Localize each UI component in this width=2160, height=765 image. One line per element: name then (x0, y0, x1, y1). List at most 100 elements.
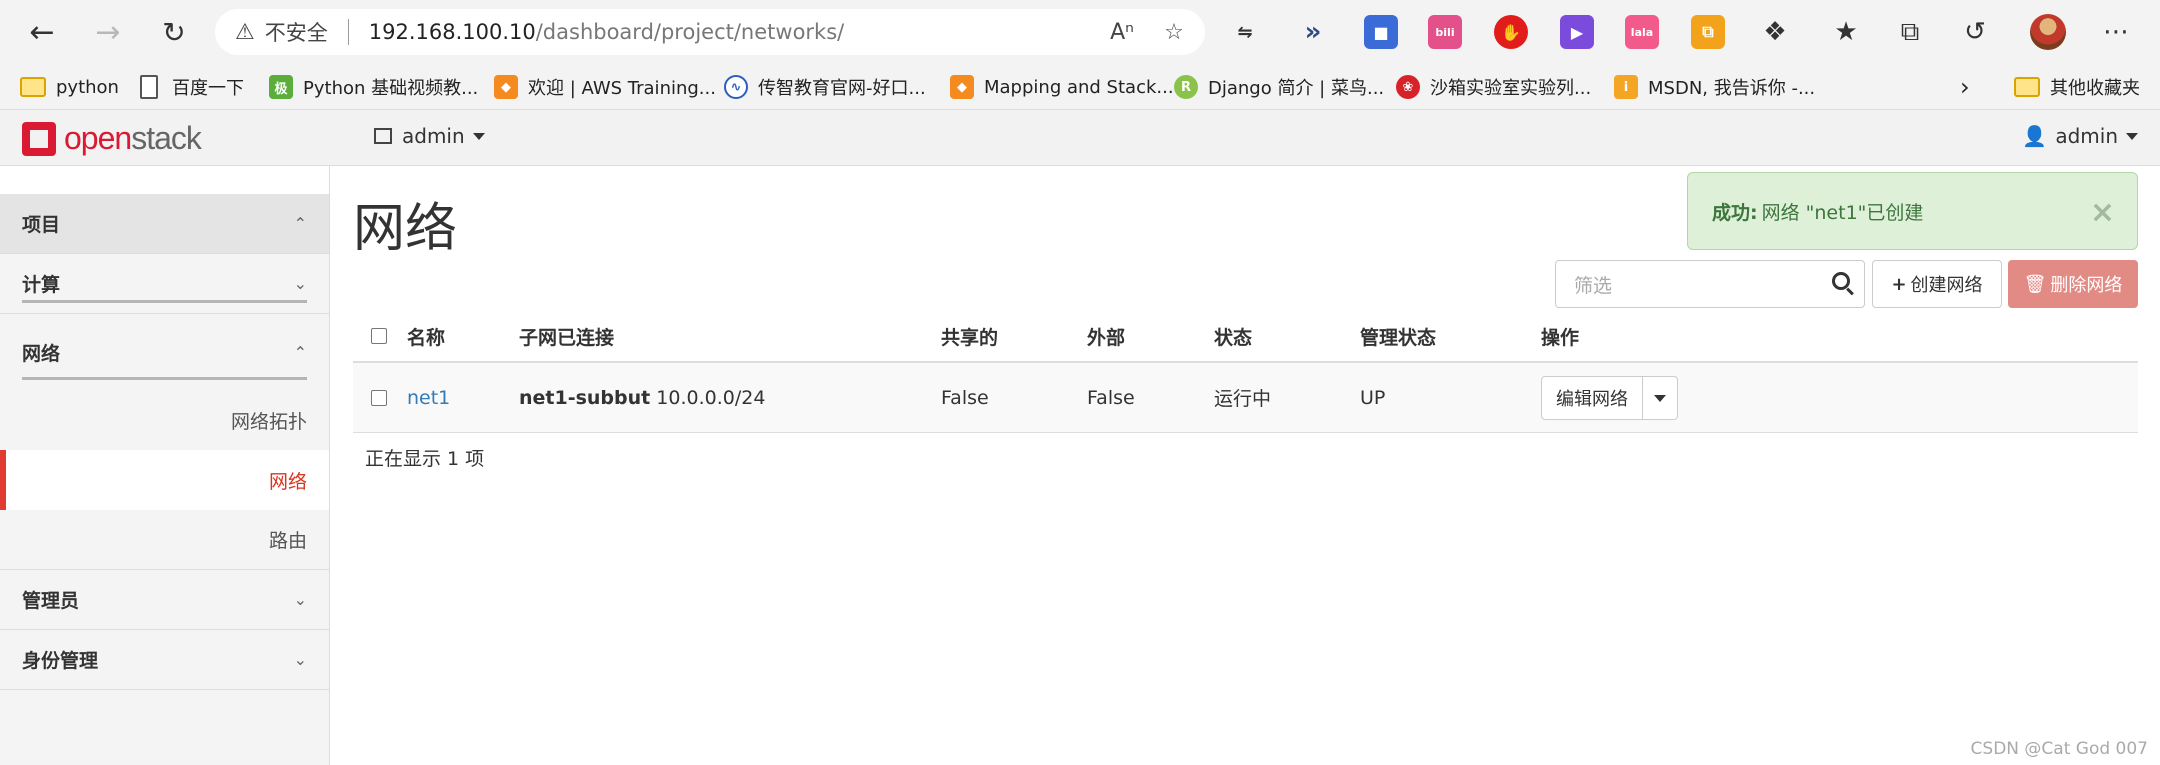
bookmarks-overflow-chevron-icon[interactable]: › (1960, 72, 1970, 102)
create-network-label: 创建网络 (1910, 275, 1983, 296)
sidebar-item-label: 路由 (268, 530, 307, 552)
row-actions-dropdown[interactable] (1643, 377, 1677, 419)
create-network-button[interactable]: + 创建网络 (1872, 260, 2002, 308)
sidebar-item-network-topology[interactable]: 网络拓扑 (0, 390, 329, 450)
sidebar-section-compute[interactable]: 计算 ⌄ (0, 254, 329, 314)
adblock-extension-icon[interactable]: ✋ (1494, 15, 1528, 49)
warning-icon: ⚠ (235, 19, 255, 45)
bookmark-label: 传智教育官网-好口... (758, 78, 926, 99)
bookmark-folder-python[interactable]: python (20, 72, 119, 102)
runoob-icon: R (1174, 75, 1198, 99)
sidebar-item-routers[interactable]: 路由 (0, 510, 329, 570)
col-admin-state[interactable]: 管理状态 (1360, 323, 1436, 350)
bookmark-label: 百度一下 (172, 78, 244, 99)
col-status[interactable]: 状态 (1214, 323, 1252, 350)
close-icon[interactable]: × (2090, 195, 2115, 230)
address-bar[interactable]: ⚠ 不安全 192.168.100.10/dashboard/project/n… (215, 9, 1205, 55)
huawei-icon: ❀ (1396, 75, 1420, 99)
bookmark-itcast[interactable]: ∿ 传智教育官网-好口... (724, 72, 926, 102)
table-footer: 正在显示 1 项 (365, 448, 485, 470)
folder-icon (2014, 77, 2040, 97)
aws-icon: ◆ (494, 75, 518, 99)
bookmark-msdn[interactable]: i MSDN, 我告诉你 -... (1614, 72, 1815, 102)
project-selector[interactable]: admin (374, 124, 485, 148)
add-favorite-icon[interactable]: ☆ (1157, 17, 1191, 47)
bookmark-label: Python 基础视频教... (303, 78, 479, 99)
openstack-logo[interactable]: openstack (22, 120, 202, 157)
network-name-link[interactable]: net1 (407, 387, 450, 409)
search-icon[interactable] (1832, 272, 1850, 290)
bookmark-python-video[interactable]: 极 Python 基础视频教... (269, 72, 478, 102)
col-external[interactable]: 外部 (1087, 323, 1125, 350)
col-shared[interactable]: 共享的 (941, 323, 998, 350)
forward-icon[interactable]: → (86, 10, 130, 54)
collections-icon[interactable]: ⧉ (1890, 12, 1930, 52)
bookmark-label: Django 简介 | 菜鸟... (1208, 78, 1385, 99)
lala-extension-icon[interactable]: lala (1625, 15, 1659, 49)
profile-avatar[interactable] (2030, 14, 2066, 50)
row-checkbox[interactable] (371, 389, 387, 406)
plus-icon: + (1891, 273, 1907, 295)
alert-strong: 成功: (1712, 201, 1758, 224)
select-all-checkbox[interactable] (371, 328, 387, 344)
address-separator (347, 19, 349, 45)
favorites-icon[interactable]: ★ (1826, 12, 1866, 52)
bilibili-extension-icon[interactable]: bili (1428, 15, 1462, 49)
insecure-label: 不安全 (264, 21, 328, 45)
refresh-icon[interactable]: ↻ (152, 10, 196, 54)
itcast-icon: ∿ (724, 75, 748, 99)
back-icon[interactable]: ← (20, 10, 64, 54)
bookmark-baidu[interactable]: 百度一下 (140, 72, 244, 102)
aws-icon: ◆ (950, 75, 974, 99)
sidebar-section-label: 计算 (22, 274, 61, 296)
subnet-name: net1-subbut (519, 386, 651, 409)
bookmark-label: 欢迎 | AWS Training... (528, 78, 716, 99)
alert-message: 网络 "net1"已创建 (1761, 201, 1924, 224)
table-header: 名称 子网已连接 共享的 外部 状态 管理状态 操作 (353, 311, 2138, 363)
sidebar-section-project[interactable]: 项目 ⌃ (0, 194, 329, 254)
extensions-puzzle-icon[interactable]: ❖ (1755, 12, 1795, 52)
col-name[interactable]: 名称 (407, 323, 445, 350)
sidebar-section-identity[interactable]: 身份管理 ⌄ (0, 630, 329, 690)
bookmark-label: Mapping and Stack... (984, 76, 1174, 98)
user-icon: 👤 (2022, 124, 2048, 148)
bookmark-label: MSDN, 我告诉你 -... (1648, 78, 1816, 99)
delete-networks-button[interactable]: 🗑 删除网络 (2008, 260, 2138, 308)
chevron-down-icon: ⌄ (293, 590, 307, 609)
bookmark-aws-training[interactable]: ◆ 欢迎 | AWS Training... (494, 72, 716, 102)
sidebar-item-networks[interactable]: 网络 (0, 450, 329, 510)
video-extension-icon[interactable]: ▶ (1560, 15, 1594, 49)
sidebar-item-label: 网络拓扑 (230, 410, 307, 433)
table-row: net1 net1-subbut 10.0.0.0/24 False False… (353, 363, 2138, 433)
bookmark-django-runoob[interactable]: R Django 简介 | 菜鸟... (1174, 72, 1384, 102)
col-subnets[interactable]: 子网已连接 (519, 323, 614, 350)
networks-table: 名称 子网已连接 共享的 外部 状态 管理状态 操作 net1 net1-sub… (353, 311, 2138, 433)
read-aloud-icon[interactable]: Aⁿ (1105, 17, 1139, 47)
subnet-cell: net1-subbut 10.0.0.0/24 (519, 387, 765, 409)
bookmark-huawei-sandbox[interactable]: ❀ 沙箱实验室实验列... (1396, 72, 1591, 102)
success-alert: 成功: 网络 "net1"已创建 × (1687, 172, 2138, 250)
bookmark-mapping-stack[interactable]: ◆ Mapping and Stack... (950, 72, 1174, 102)
row-action-group: 编辑网络 (1541, 376, 1678, 420)
sidebar-section-network[interactable]: 网络 ⌃ (0, 314, 329, 390)
bookmark-folder-other[interactable]: 其他收藏夹 (2014, 72, 2140, 102)
double-chevron-extension-icon[interactable]: » (1296, 15, 1330, 49)
caret-down-icon (2126, 132, 2138, 140)
status-cell: 运行中 (1214, 388, 1272, 410)
sync-icon[interactable]: ↺ (1955, 12, 1995, 52)
translate-extension-icon[interactable]: ⇋ (1228, 15, 1262, 49)
user-menu[interactable]: 👤 admin (2022, 124, 2138, 148)
page-icon (140, 75, 158, 99)
edit-network-button[interactable]: 编辑网络 (1542, 377, 1643, 419)
more-menu-icon[interactable]: ⋯ (2096, 12, 2136, 52)
cube-extension-icon[interactable]: ■ (1364, 15, 1398, 49)
logo-text: openstack (64, 120, 202, 157)
sidebar-section-label: 管理员 (22, 590, 80, 612)
bookmark-label: 其他收藏夹 (2050, 78, 2140, 99)
filter-input[interactable]: 筛选 (1555, 260, 1865, 308)
copy-extension-icon[interactable]: ⧉ (1691, 15, 1725, 49)
logo-text-stack: stack (131, 120, 202, 156)
browser-toolbar: ← → ↻ ⚠ 不安全 192.168.100.10/dashboard/pro… (0, 0, 2160, 64)
sidebar-item-label: 网络 (268, 470, 307, 493)
sidebar-section-admin[interactable]: 管理员 ⌄ (0, 570, 329, 630)
